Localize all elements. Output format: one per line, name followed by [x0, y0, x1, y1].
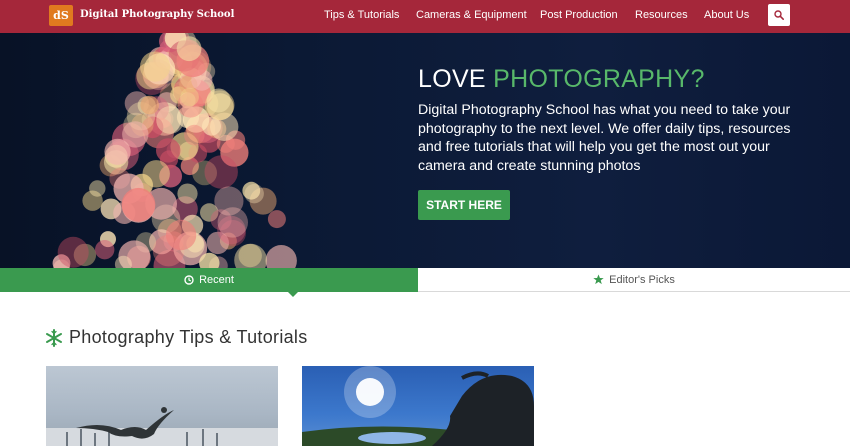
bokeh-light	[244, 184, 264, 204]
bokeh-light	[89, 180, 106, 197]
bokeh-light	[184, 124, 205, 146]
bokeh-light	[214, 186, 244, 216]
clock-icon	[184, 275, 194, 285]
bokeh-light	[267, 210, 286, 229]
bokeh-light	[165, 219, 197, 251]
hero-title-love: LOVE	[418, 65, 486, 93]
article-thumbnail-camera[interactable]	[302, 366, 534, 446]
bokeh-light	[177, 183, 198, 204]
bokeh-light	[176, 36, 202, 62]
nav-item-post-production[interactable]: Post Production	[540, 9, 618, 21]
search-icon	[774, 10, 784, 20]
bokeh-light	[234, 243, 267, 268]
tab-editors-picks[interactable]: Editor's Picks	[418, 268, 850, 292]
start-here-button[interactable]: START HERE	[418, 190, 510, 220]
bird-photo	[46, 407, 278, 446]
bokeh-light	[121, 187, 156, 222]
tab-recent-label: Recent	[199, 274, 234, 286]
bokeh-light	[180, 87, 199, 107]
hero-bokeh-tree-image	[52, 33, 297, 268]
bokeh-light	[95, 240, 115, 260]
star-icon	[593, 274, 604, 285]
section-title: Photography Tips & Tutorials	[69, 327, 308, 347]
nav-item-resources[interactable]: Resources	[635, 9, 688, 21]
top-navigation-bar: dS Digital Photography School Tips & Tut…	[0, 0, 850, 33]
bokeh-light	[140, 95, 159, 115]
bokeh-light	[265, 245, 297, 268]
snowflake-icon	[46, 328, 62, 347]
hero-title: LOVE PHOTOGRAPHY?	[418, 65, 705, 94]
search-button[interactable]	[768, 4, 790, 26]
site-logo[interactable]: dS	[49, 5, 73, 26]
bokeh-light	[122, 121, 149, 148]
nav-item-tips-tutorials[interactable]: Tips & Tutorials	[324, 9, 399, 21]
bokeh-light	[206, 88, 231, 113]
bokeh-light	[140, 51, 171, 82]
bokeh-light	[57, 236, 89, 268]
hero-title-photography: PHOTOGRAPHY?	[493, 65, 705, 93]
camera-photo	[302, 366, 534, 446]
nav-item-cameras-equipment[interactable]: Cameras & Equipment	[416, 9, 527, 21]
hero-description: Digital Photography School has what you …	[418, 102, 791, 174]
bokeh-light	[142, 160, 170, 188]
section-heading: Photography Tips & Tutorials	[45, 327, 308, 348]
bokeh-light	[156, 138, 181, 163]
nav-item-about-us[interactable]: About Us	[704, 9, 749, 21]
site-name[interactable]: Digital Photography School	[80, 9, 234, 20]
tab-editors-picks-label: Editor's Picks	[609, 273, 675, 286]
article-thumbnail-bird[interactable]	[46, 366, 278, 446]
tab-recent[interactable]: Recent	[0, 268, 418, 297]
content-tabs: Recent Editor's Picks	[0, 268, 850, 297]
bokeh-light	[204, 155, 238, 189]
hero-banner: LOVE PHOTOGRAPHY? Digital Photography Sc…	[0, 33, 850, 268]
